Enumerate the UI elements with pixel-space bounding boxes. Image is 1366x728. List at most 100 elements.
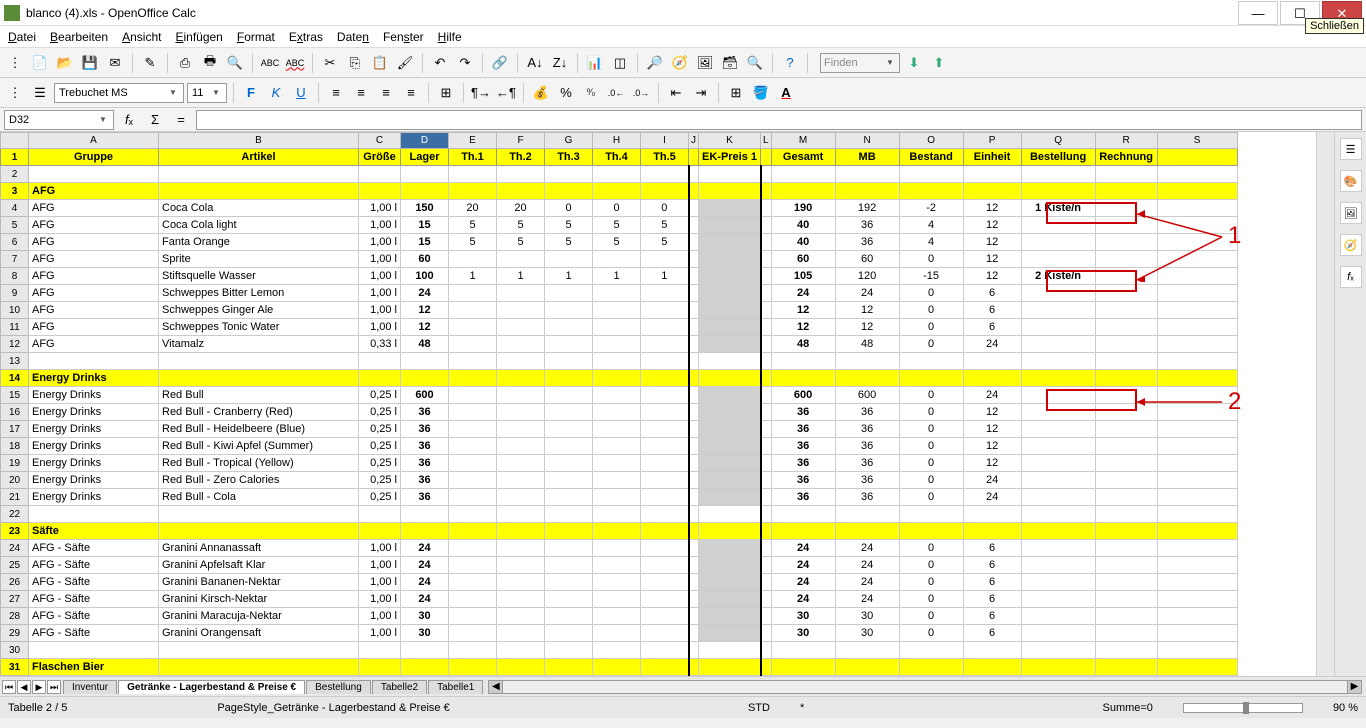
cell-E3[interactable] xyxy=(449,183,497,200)
cell-Q17[interactable] xyxy=(1021,421,1095,438)
cell-D2[interactable] xyxy=(401,166,449,183)
cell-M4[interactable]: 190 xyxy=(771,200,835,217)
column-header-K[interactable]: K xyxy=(699,133,761,149)
cell-M11[interactable]: 12 xyxy=(771,319,835,336)
cell-N2[interactable] xyxy=(835,166,899,183)
cell-P5[interactable]: 12 xyxy=(963,217,1021,234)
cell-L13[interactable] xyxy=(761,353,772,370)
cell-C5[interactable]: 1,00 l xyxy=(359,217,401,234)
cell-I15[interactable] xyxy=(641,387,689,404)
cell-B27[interactable]: Granini Kirsch-Nektar xyxy=(159,591,359,608)
cell-P3[interactable] xyxy=(963,183,1021,200)
cell-E18[interactable] xyxy=(449,438,497,455)
cell-F18[interactable] xyxy=(497,438,545,455)
cell-J24[interactable] xyxy=(689,540,699,557)
paste-icon[interactable]: 📋 xyxy=(369,52,391,74)
column-header-P[interactable]: P xyxy=(963,133,1021,149)
find-input[interactable]: Finden▼ xyxy=(820,53,900,73)
cell-B16[interactable]: Red Bull - Cranberry (Red) xyxy=(159,404,359,421)
cell-G5[interactable]: 5 xyxy=(545,217,593,234)
cell-N28[interactable]: 30 xyxy=(835,608,899,625)
cell-L21[interactable] xyxy=(761,489,772,506)
tab-last-icon[interactable]: ⏭ xyxy=(47,680,61,694)
cell-D14[interactable] xyxy=(401,370,449,387)
cell-J16[interactable] xyxy=(689,404,699,421)
column-header-N[interactable]: N xyxy=(835,133,899,149)
cell-J2[interactable] xyxy=(689,166,699,183)
cell-M25[interactable]: 24 xyxy=(771,557,835,574)
cell-F19[interactable] xyxy=(497,455,545,472)
cell-R14[interactable] xyxy=(1095,370,1157,387)
cell-E28[interactable] xyxy=(449,608,497,625)
cell-B29[interactable]: Granini Orangensaft xyxy=(159,625,359,642)
rtl-icon[interactable]: ←¶ xyxy=(495,82,517,104)
cell-L8[interactable] xyxy=(761,268,772,285)
column-header-G[interactable]: G xyxy=(545,133,593,149)
row-header[interactable]: 24 xyxy=(1,540,29,557)
sidebar-properties-icon[interactable]: ☰ xyxy=(1340,138,1362,160)
cell-I17[interactable] xyxy=(641,421,689,438)
cell-Q15[interactable] xyxy=(1021,387,1095,404)
align-right-icon[interactable]: ≡ xyxy=(375,82,397,104)
navigator-icon[interactable]: 🧭 xyxy=(669,52,691,74)
menu-insert[interactable]: Einfügen xyxy=(175,30,222,44)
cell-J31[interactable] xyxy=(689,659,699,676)
cell-M28[interactable]: 30 xyxy=(771,608,835,625)
cell-S1[interactable] xyxy=(1157,149,1237,166)
cell-R16[interactable] xyxy=(1095,404,1157,421)
cell-G12[interactable] xyxy=(545,336,593,353)
cell-P9[interactable]: 6 xyxy=(963,285,1021,302)
cell-P2[interactable] xyxy=(963,166,1021,183)
cell-I22[interactable] xyxy=(641,506,689,523)
cell-D10[interactable]: 12 xyxy=(401,302,449,319)
cell-K14[interactable] xyxy=(699,370,761,387)
cell-J27[interactable] xyxy=(689,591,699,608)
align-justify-icon[interactable]: ≡ xyxy=(400,82,422,104)
cell-E17[interactable] xyxy=(449,421,497,438)
row-header[interactable]: 25 xyxy=(1,557,29,574)
cell-J26[interactable] xyxy=(689,574,699,591)
find-icon[interactable]: 🔎 xyxy=(644,52,666,74)
cell-O8[interactable]: -15 xyxy=(899,268,963,285)
cell-P19[interactable]: 12 xyxy=(963,455,1021,472)
cell-A16[interactable]: Energy Drinks xyxy=(29,404,159,421)
cell-B19[interactable]: Red Bull - Tropical (Yellow) xyxy=(159,455,359,472)
cell-K16[interactable] xyxy=(699,404,761,421)
hyperlink-icon[interactable]: 🔗 xyxy=(489,52,511,74)
redo-icon[interactable]: ↷ xyxy=(454,52,476,74)
cell-E26[interactable] xyxy=(449,574,497,591)
column-header-F[interactable]: F xyxy=(497,133,545,149)
datasources-icon[interactable]: 🗃 xyxy=(719,52,741,74)
row-header[interactable]: 30 xyxy=(1,642,29,659)
cell-D19[interactable]: 36 xyxy=(401,455,449,472)
cell-L24[interactable] xyxy=(761,540,772,557)
cell-J15[interactable] xyxy=(689,387,699,404)
cell-J17[interactable] xyxy=(689,421,699,438)
row-header[interactable]: 18 xyxy=(1,438,29,455)
cell-M8[interactable]: 105 xyxy=(771,268,835,285)
cell-K24[interactable] xyxy=(699,540,761,557)
cell-P27[interactable]: 6 xyxy=(963,591,1021,608)
cell-R1[interactable]: Rechnung xyxy=(1095,149,1157,166)
underline-icon[interactable]: U xyxy=(290,82,312,104)
cell-F25[interactable] xyxy=(497,557,545,574)
cell-R29[interactable] xyxy=(1095,625,1157,642)
format-paint-icon[interactable]: 🖌 xyxy=(394,52,416,74)
cell-E21[interactable] xyxy=(449,489,497,506)
cell-A2[interactable] xyxy=(29,166,159,183)
cell-R17[interactable] xyxy=(1095,421,1157,438)
cell-O20[interactable]: 0 xyxy=(899,472,963,489)
cell-S15[interactable] xyxy=(1157,387,1237,404)
sidebar-gallery-icon[interactable]: 🖼 xyxy=(1340,202,1362,224)
cell-E4[interactable]: 20 xyxy=(449,200,497,217)
cell-E30[interactable] xyxy=(449,642,497,659)
cell-A7[interactable]: AFG xyxy=(29,251,159,268)
cell-P25[interactable]: 6 xyxy=(963,557,1021,574)
cell-M17[interactable]: 36 xyxy=(771,421,835,438)
cell-L4[interactable] xyxy=(761,200,772,217)
currency-icon[interactable]: 💰 xyxy=(530,82,552,104)
column-header-I[interactable]: I xyxy=(641,133,689,149)
cell-F22[interactable] xyxy=(497,506,545,523)
cell-G17[interactable] xyxy=(545,421,593,438)
cell-D27[interactable]: 24 xyxy=(401,591,449,608)
